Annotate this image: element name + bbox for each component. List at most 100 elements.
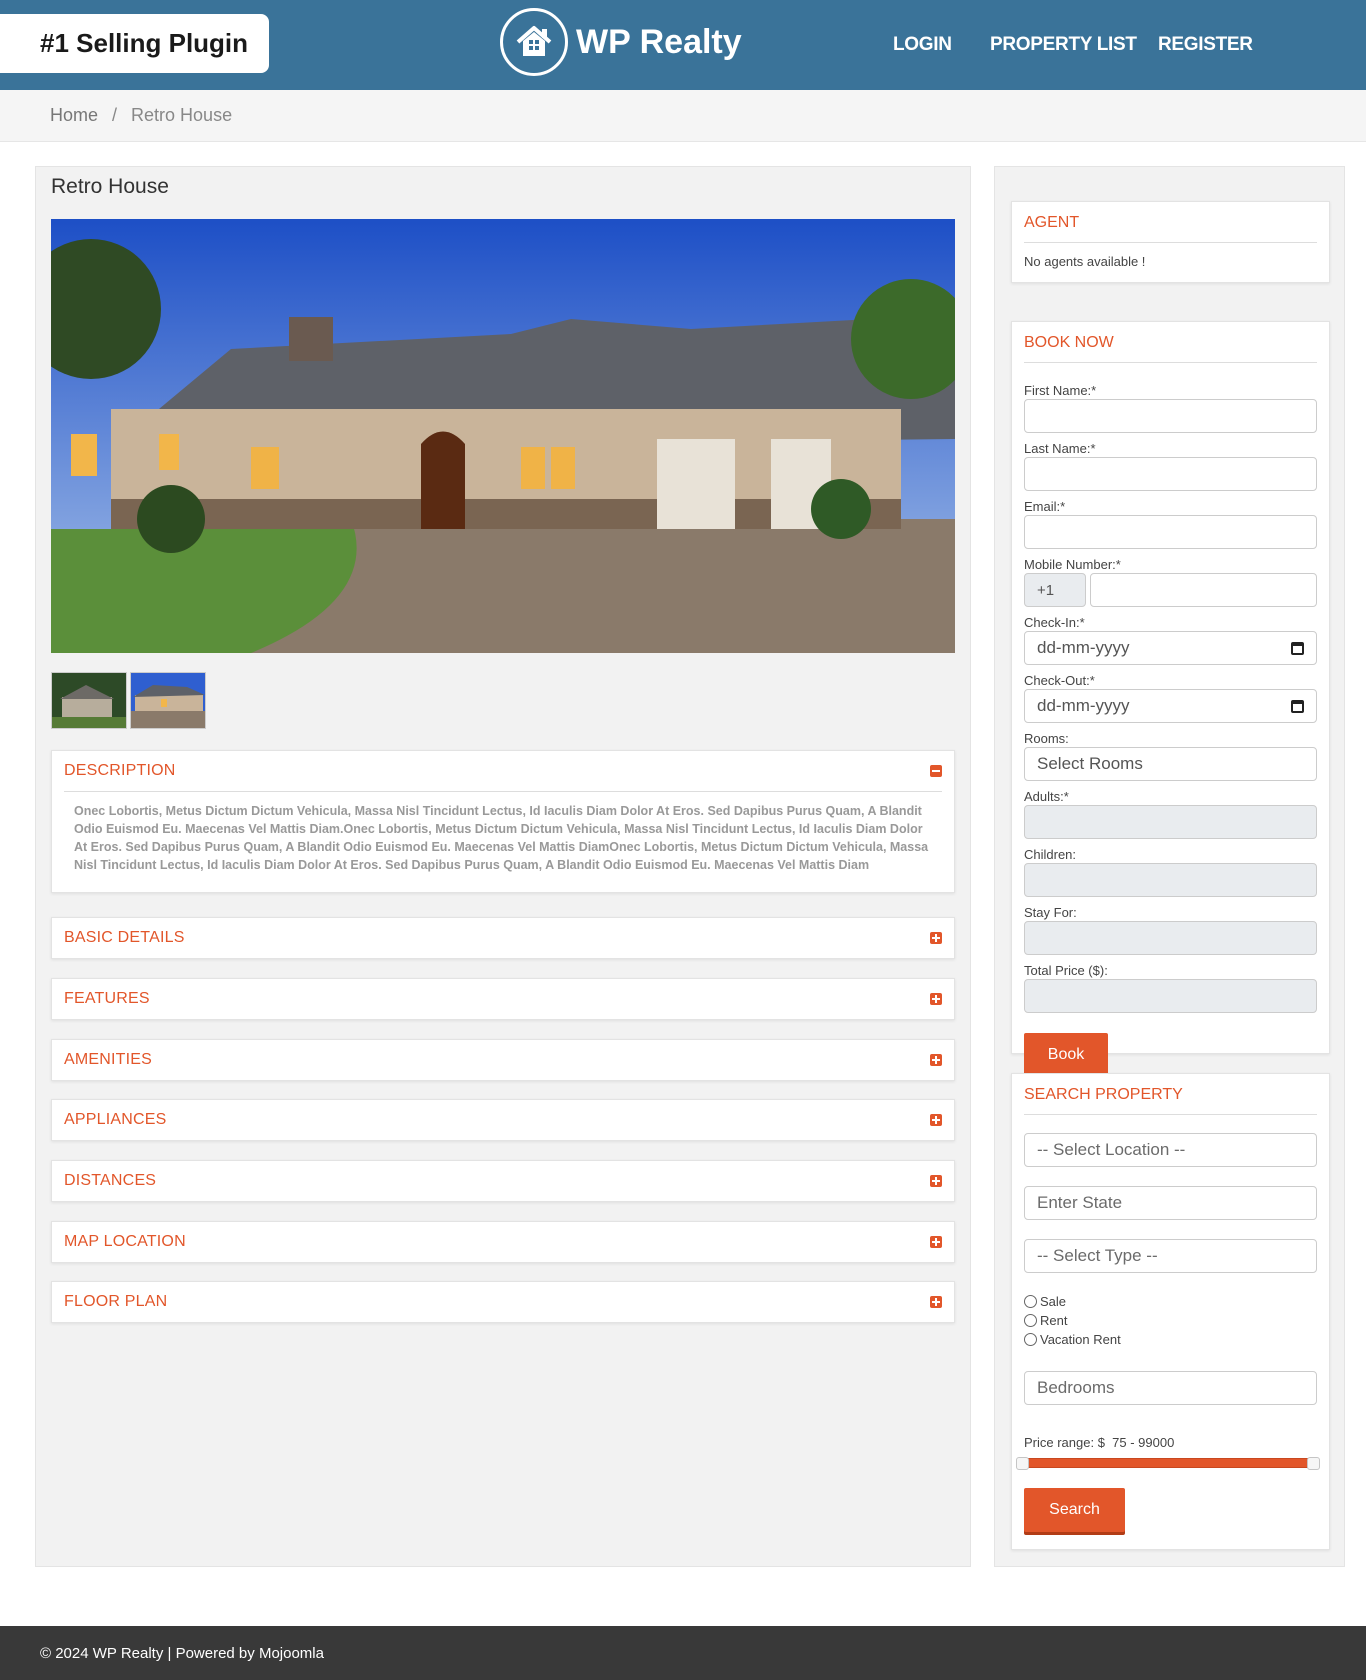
price-range-value: 75 - 99000 — [1112, 1435, 1175, 1450]
accordion-header[interactable]: MAP LOCATION — [52, 1222, 954, 1262]
breadcrumb-separator: / — [112, 105, 118, 125]
radio-vacation-rent[interactable]: Vacation Rent — [1024, 1330, 1317, 1349]
type-placeholder: -- Select Type -- — [1037, 1246, 1158, 1265]
type-select[interactable]: -- Select Type -- — [1024, 1239, 1317, 1273]
radio-button[interactable] — [1024, 1314, 1037, 1327]
agent-widget: AGENT No agents available ! — [1011, 201, 1330, 283]
range-handle-max[interactable] — [1307, 1457, 1320, 1470]
breadcrumb-current: Retro House — [131, 105, 233, 125]
accordion-map-location: MAP LOCATION — [51, 1221, 955, 1263]
mobile-input[interactable] — [1090, 573, 1317, 607]
accordion-header[interactable]: APPLIANCES — [52, 1100, 954, 1140]
expand-icon[interactable] — [930, 993, 942, 1005]
accordion-header[interactable]: AMENITIES — [52, 1040, 954, 1080]
agent-message: No agents available ! — [1024, 254, 1146, 269]
first-name-input[interactable] — [1024, 399, 1317, 433]
booking-widget: BOOK NOW First Name:* Last Name:* Email:… — [1011, 321, 1330, 1076]
book-button[interactable]: Book — [1024, 1033, 1108, 1076]
expand-icon[interactable] — [930, 1054, 942, 1066]
adults-label: Adults:* — [1024, 789, 1069, 804]
stay-for-label: Stay For: — [1024, 905, 1077, 920]
radio-button[interactable] — [1024, 1295, 1037, 1308]
total-price-input[interactable] — [1024, 979, 1317, 1013]
check-in-input[interactable]: dd-mm-yyyy — [1024, 631, 1317, 665]
accordion-appliances: APPLIANCES — [51, 1099, 955, 1141]
thumbnail-image[interactable] — [51, 672, 127, 729]
expand-icon[interactable] — [930, 1175, 942, 1187]
email-input[interactable] — [1024, 515, 1317, 549]
check-out-input[interactable]: dd-mm-yyyy — [1024, 689, 1317, 723]
search-widget: SEARCH PROPERTY -- Select Location -- En… — [1011, 1073, 1330, 1550]
nav-login[interactable]: LOGIN — [893, 34, 952, 56]
collapse-icon[interactable] — [930, 765, 942, 777]
radio-sale[interactable]: Sale — [1024, 1292, 1317, 1311]
state-placeholder: Enter State — [1037, 1193, 1123, 1212]
accordion-basic-details: BASIC DETAILS — [51, 917, 955, 959]
accordion-title: APPLIANCES — [64, 1111, 167, 1128]
children-label: Children: — [1024, 847, 1077, 862]
price-range-slider[interactable] — [1016, 1457, 1320, 1470]
search-button[interactable]: Search — [1024, 1488, 1125, 1532]
children-input[interactable] — [1024, 863, 1317, 897]
house-logo-icon — [500, 8, 568, 76]
radio-label: Vacation Rent — [1040, 1332, 1121, 1347]
accordion-header[interactable]: DESCRIPTION — [52, 751, 954, 791]
state-input[interactable]: Enter State — [1024, 1186, 1317, 1220]
page-title: Retro House — [51, 175, 169, 198]
total-price-label: Total Price ($): — [1024, 963, 1108, 978]
breadcrumb: Home / Retro House — [0, 90, 1366, 142]
site-header: #1 Selling Plugin WP Realty LOGIN PROPER… — [0, 0, 1366, 90]
accordion-header[interactable]: FLOOR PLAN — [52, 1282, 954, 1322]
radio-rent[interactable]: Rent — [1024, 1311, 1317, 1330]
first-name-label: First Name:* — [1024, 383, 1097, 398]
accordion-header[interactable]: FEATURES — [52, 979, 954, 1019]
calendar-icon[interactable] — [1291, 641, 1304, 655]
expand-icon[interactable] — [930, 1296, 942, 1308]
accordion-features: FEATURES — [51, 978, 955, 1020]
range-handle-min[interactable] — [1016, 1457, 1029, 1470]
phone-code: +1 — [1024, 573, 1086, 607]
property-main: Retro House DESCRIPTION Onec Lobortis, M… — [35, 166, 971, 1567]
badge-text: #1 Selling Plugin — [40, 28, 249, 58]
bedrooms-placeholder: Bedrooms — [1037, 1378, 1115, 1397]
logo-text: WP Realty — [576, 22, 742, 61]
property-hero-image[interactable] — [51, 219, 955, 653]
bedrooms-input[interactable]: Bedrooms — [1024, 1371, 1317, 1405]
radio-button[interactable] — [1024, 1333, 1037, 1346]
check-out-label: Check-Out:* — [1024, 673, 1095, 688]
site-logo[interactable]: WP Realty — [500, 8, 742, 76]
last-name-label: Last Name:* — [1024, 441, 1096, 456]
check-in-label: Check-In:* — [1024, 615, 1085, 630]
accordion-header[interactable]: BASIC DETAILS — [52, 918, 954, 958]
check-in-placeholder: dd-mm-yyyy — [1037, 638, 1130, 657]
stay-for-input[interactable] — [1024, 921, 1317, 955]
expand-icon[interactable] — [930, 932, 942, 944]
mobile-label: Mobile Number:* — [1024, 557, 1121, 572]
selling-badge: #1 Selling Plugin — [0, 14, 269, 73]
check-out-placeholder: dd-mm-yyyy — [1037, 696, 1130, 715]
expand-icon[interactable] — [930, 1114, 942, 1126]
nav-property-list[interactable]: PROPERTY LIST — [990, 34, 1137, 56]
rooms-select[interactable]: Select Rooms — [1024, 747, 1317, 781]
rooms-placeholder: Select Rooms — [1037, 754, 1143, 773]
accordion-title: BASIC DETAILS — [64, 929, 185, 946]
description-text: Onec Lobortis, Metus Dictum Dictum Vehic… — [64, 791, 942, 892]
accordion-floor-plan: FLOOR PLAN — [51, 1281, 955, 1323]
accordion-title: DESCRIPTION — [64, 762, 176, 779]
accordion-distances: DISTANCES — [51, 1160, 955, 1202]
mobile-row: +1 — [1024, 573, 1317, 607]
accordion-title: FEATURES — [64, 990, 150, 1007]
location-select[interactable]: -- Select Location -- — [1024, 1133, 1317, 1167]
site-footer: © 2024 WP Realty | Powered by Mojoomla — [0, 1626, 1366, 1680]
accordion-title: MAP LOCATION — [64, 1233, 186, 1250]
radio-label: Rent — [1040, 1313, 1068, 1328]
thumbnail-image[interactable] — [130, 672, 206, 729]
nav-register[interactable]: REGISTER — [1158, 34, 1253, 56]
adults-input[interactable] — [1024, 805, 1317, 839]
expand-icon[interactable] — [930, 1236, 942, 1248]
last-name-input[interactable] — [1024, 457, 1317, 491]
calendar-icon[interactable] — [1291, 699, 1304, 713]
rooms-label: Rooms: — [1024, 731, 1069, 746]
breadcrumb-home[interactable]: Home — [50, 105, 98, 126]
accordion-header[interactable]: DISTANCES — [52, 1161, 954, 1201]
